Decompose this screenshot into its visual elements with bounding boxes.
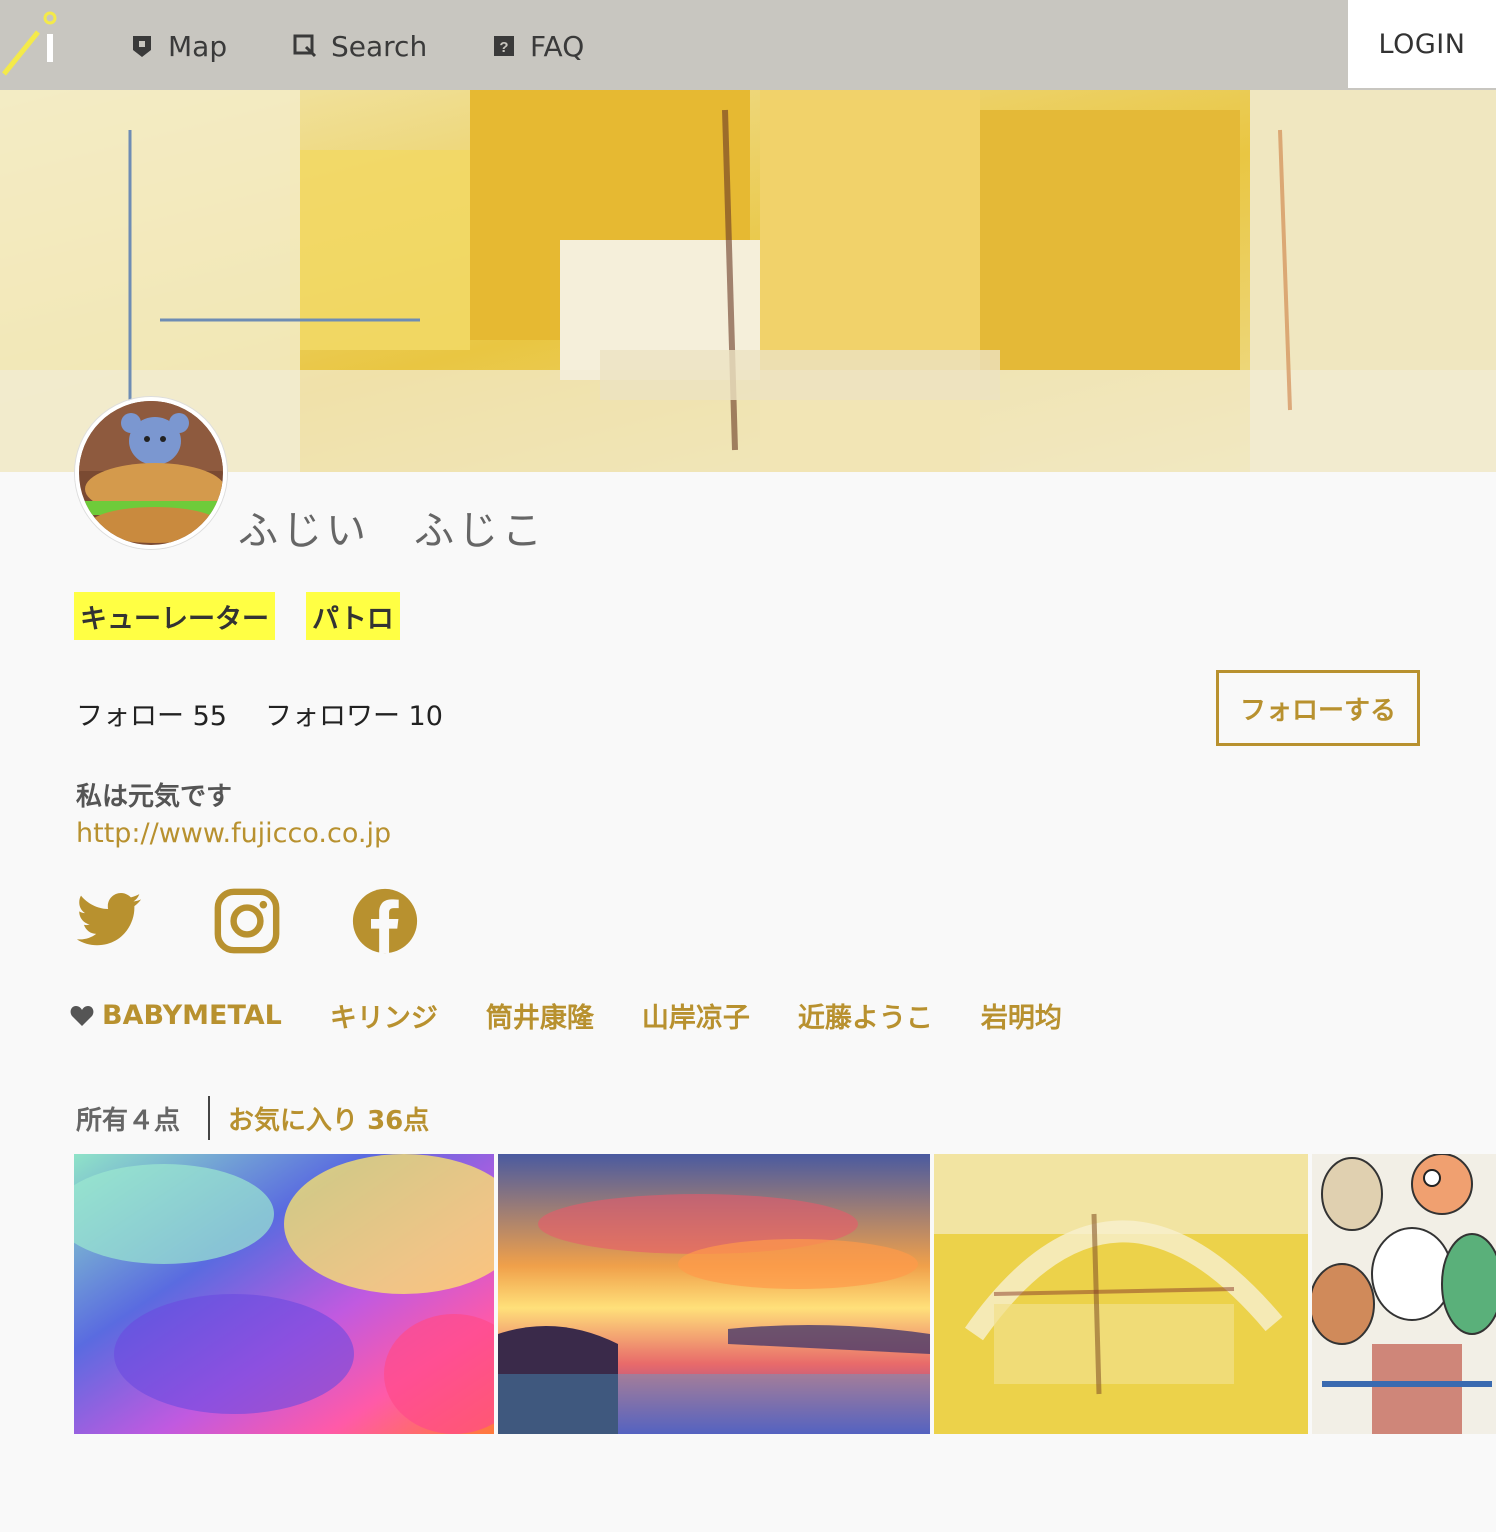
facebook-icon[interactable] <box>350 886 420 956</box>
profile-name: ふじい ふじこ <box>238 508 546 554</box>
favorite-tags: BABYMETAL キリンジ 筒井康隆 山岸凉子 近藤ようこ 岩明均 <box>70 996 1062 1035</box>
search-icon <box>293 34 317 58</box>
favorite-tag[interactable]: キリンジ <box>330 996 438 1035</box>
favorite-tag[interactable]: 岩明均 <box>981 996 1062 1035</box>
artwork-thumbnail[interactable] <box>74 1154 494 1434</box>
following-value: 55 <box>192 701 227 732</box>
tab-owned[interactable]: 所有４点 <box>76 1096 211 1140</box>
cover-image <box>0 90 1496 472</box>
follow-button[interactable]: フォローする <box>1216 670 1420 746</box>
top-nav: Map Search ? FAQ LOGIN <box>0 0 1496 90</box>
favorite-tag-label: BABYMETAL <box>102 1000 282 1031</box>
nav-search-label: Search <box>331 29 428 63</box>
svg-text:?: ? <box>499 39 508 56</box>
favorite-tag[interactable]: 近藤ようこ <box>798 996 933 1035</box>
login-button[interactable]: LOGIN <box>1348 0 1496 88</box>
nav-faq[interactable]: ? FAQ <box>492 26 584 66</box>
tab-favorites[interactable]: お気に入り 36点 <box>210 1100 429 1137</box>
heart-icon <box>70 1005 94 1026</box>
nav-faq-label: FAQ <box>530 29 585 63</box>
follower-value: 10 <box>408 701 443 732</box>
artwork-thumbnail[interactable] <box>934 1154 1308 1434</box>
follow-stats: フォロー 55 フォロワー 10 <box>76 694 443 733</box>
nav-map[interactable]: Map <box>130 26 227 66</box>
nav-map-label: Map <box>168 29 228 63</box>
follower-label: フォロワー <box>264 701 400 732</box>
artwork-thumbnail[interactable] <box>1312 1154 1496 1434</box>
faq-icon: ? <box>494 36 514 56</box>
profile-url[interactable]: http://www.fujicco.co.jp <box>76 818 391 849</box>
follower-count[interactable]: フォロワー 10 <box>265 694 443 733</box>
collection-tabs: 所有４点 お気に入り 36点 <box>76 1096 429 1140</box>
artwork-thumbnail[interactable] <box>498 1154 930 1434</box>
following-label: フォロー <box>76 701 184 732</box>
favorite-tag[interactable]: 山岸凉子 <box>642 996 750 1035</box>
map-pin-icon <box>133 36 151 57</box>
twitter-icon[interactable] <box>74 886 144 956</box>
instagram-icon[interactable] <box>212 886 282 956</box>
role-badge-patron: パトロ <box>306 592 400 640</box>
role-badge-curator: キューレーター <box>74 592 275 640</box>
favorite-tag[interactable]: BABYMETAL <box>70 996 282 1035</box>
site-logo[interactable] <box>0 8 60 80</box>
avatar[interactable] <box>75 397 227 549</box>
following-count[interactable]: フォロー 55 <box>76 694 227 733</box>
favorite-tag[interactable]: 筒井康隆 <box>486 996 594 1035</box>
profile-bio: 私は元気です <box>76 782 233 812</box>
nav-search[interactable]: Search <box>293 26 427 66</box>
